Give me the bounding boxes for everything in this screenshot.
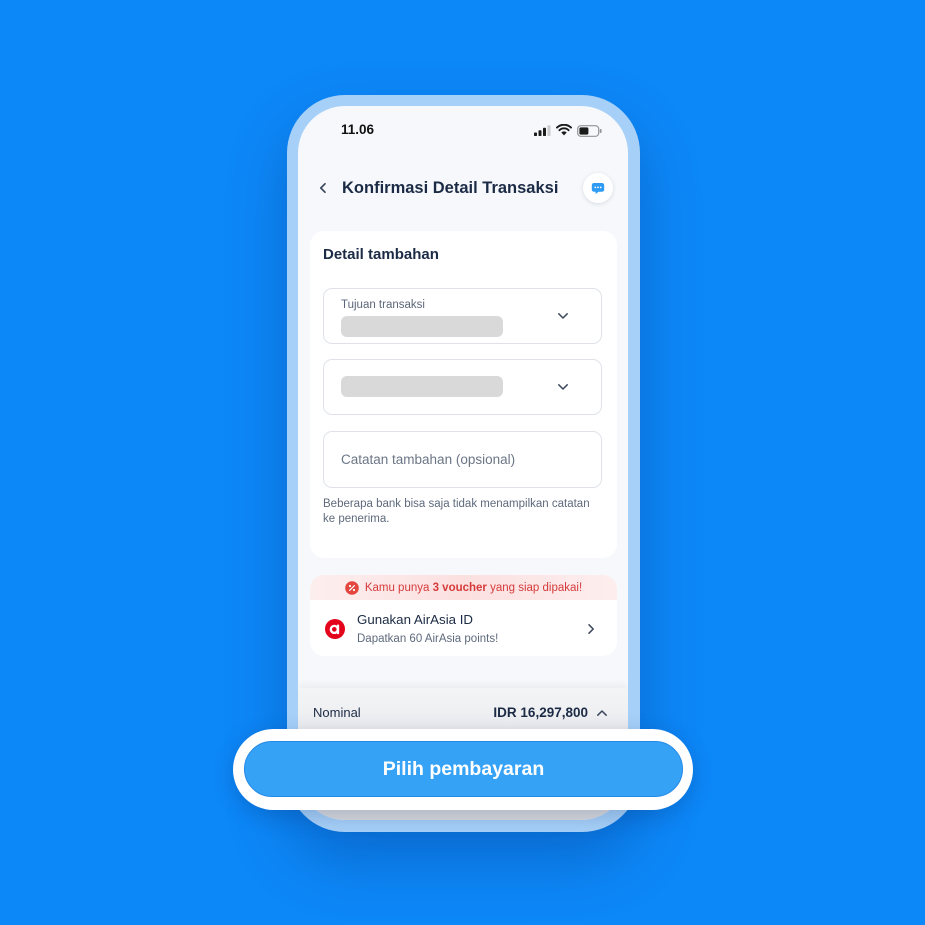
airasia-subtitle: Dapatkan 60 AirAsia points! — [357, 633, 499, 645]
chevron-up-icon — [596, 709, 608, 717]
page-title: Konfirmasi Detail Transaksi — [342, 179, 559, 197]
purpose-dropdown[interactable]: Tujuan transaksi — [323, 288, 602, 344]
voucher-percent-icon — [345, 580, 359, 595]
chat-bubble-icon — [591, 182, 605, 195]
details-card: Detail tambahan Tujuan transaksi Catatan… — [310, 231, 617, 558]
back-button[interactable] — [314, 178, 332, 198]
phone-screen: 11.06 Konfirmasi Detail Transaksi Detail… — [298, 106, 628, 820]
notes-field-container — [323, 431, 602, 488]
chevron-left-icon — [318, 181, 328, 195]
voucher-text-suffix: yang siap dipakai! — [486, 581, 583, 594]
chevron-right-icon — [587, 623, 595, 635]
chevron-down-icon — [557, 383, 569, 391]
chevron-down-icon — [557, 312, 569, 320]
battery-icon — [577, 125, 602, 137]
airasia-logo-icon — [325, 619, 345, 639]
details-card-title: Detail tambahan — [323, 246, 439, 263]
airasia-id-row[interactable]: Gunakan AirAsia ID Dapatkan 60 AirAsia p… — [310, 600, 617, 656]
promo-card: Kamu punya 3 voucher yang siap dipakai! … — [310, 575, 617, 656]
purpose-dropdown-label: Tujuan transaksi — [341, 299, 425, 311]
voucher-count: 3 voucher — [432, 581, 487, 594]
status-time: 11.06 — [341, 122, 375, 137]
voucher-text-prefix: Kamu punya — [364, 581, 433, 594]
airasia-title: Gunakan AirAsia ID — [357, 612, 474, 627]
secondary-dropdown[interactable] — [323, 359, 602, 415]
voucher-banner: Kamu punya 3 voucher yang siap dipakai! — [310, 575, 617, 600]
phone-frame: 11.06 Konfirmasi Detail Transaksi Detail… — [287, 95, 640, 832]
cta-highlight-ring: Pilih pembayaran — [233, 729, 693, 810]
choose-payment-button[interactable]: Pilih pembayaran — [244, 741, 683, 797]
notes-input[interactable] — [324, 432, 601, 487]
voucher-banner-text: Kamu punya 3 voucher yang siap dipakai! — [365, 582, 582, 594]
cellular-signal-icon — [534, 125, 551, 136]
chat-button[interactable] — [583, 173, 613, 203]
wifi-icon — [556, 124, 572, 136]
redacted-value — [341, 376, 503, 397]
notes-helper-text: Beberapa bank bisa saja tidak menampilka… — [323, 498, 590, 525]
redacted-value — [341, 316, 503, 337]
nominal-label: Nominal — [313, 705, 361, 720]
nominal-amount: IDR 16,297,800 — [493, 705, 588, 720]
